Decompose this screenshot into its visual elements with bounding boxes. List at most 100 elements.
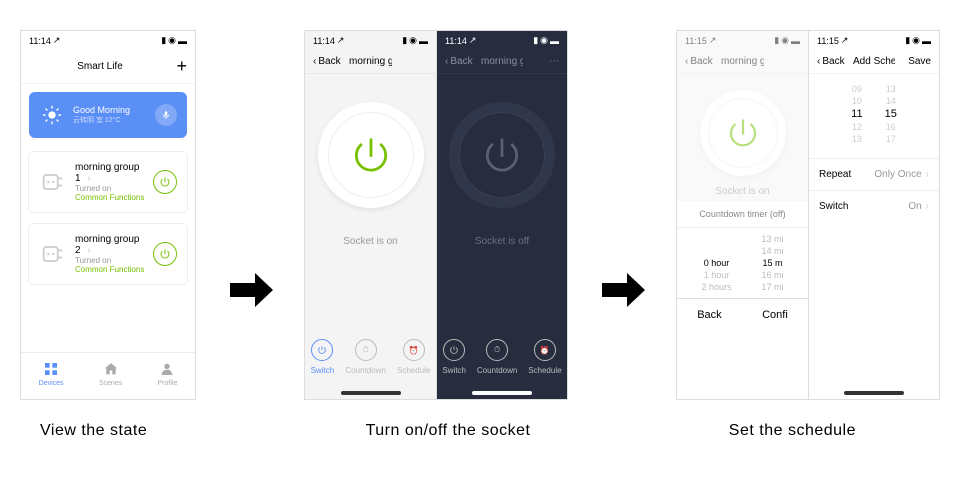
- tab-switch[interactable]: Switch: [311, 339, 335, 375]
- more-button[interactable]: ⋯: [523, 56, 559, 67]
- greeting-card[interactable]: Good Morning 云转阴 宜 12°C: [29, 92, 187, 138]
- tab-countdown[interactable]: ⏱Countdown: [477, 339, 517, 375]
- back-button[interactable]: ‹Back: [313, 56, 349, 67]
- phone-add-schedule: 11:15↗ ▮◉▬ ‹Back Add Schedule Save 09 10…: [808, 30, 940, 400]
- schedule-time-picker[interactable]: 09 10 11 12 13 13 14 15 16 17: [809, 74, 939, 158]
- back-button[interactable]: Back: [697, 309, 721, 321]
- tab-profile[interactable]: Profile: [158, 361, 178, 387]
- chevron-right-icon: ›: [87, 245, 90, 256]
- tab-label: Profile: [158, 380, 178, 387]
- navbar: ‹Back morning group 1: [305, 50, 436, 74]
- status-bar: 11:15↗ ▮◉▬: [809, 31, 939, 50]
- status-time: 11:14: [313, 36, 335, 46]
- device-card[interactable]: morning group 2 › Turned on Common Funct…: [29, 224, 187, 284]
- mic-button[interactable]: [155, 104, 177, 126]
- home-icon: [103, 361, 119, 377]
- back-button[interactable]: ‹Back: [685, 56, 721, 67]
- add-button[interactable]: +: [151, 56, 187, 77]
- status-bar: 11:14↗ ▮ ◉ ▬: [21, 31, 195, 50]
- switch-row[interactable]: Switch On ›: [809, 190, 939, 222]
- greeting-title: Good Morning: [73, 105, 130, 115]
- back-button[interactable]: ‹Back: [445, 56, 481, 67]
- tab-label: Scenes: [99, 380, 122, 387]
- navbar: ‹Back morning group 1 ⋯: [437, 50, 567, 74]
- grid-icon: [43, 361, 59, 377]
- navbar: ‹Back morning group 1: [677, 50, 808, 74]
- row-label: Switch: [819, 201, 848, 212]
- signal-icon: ▮: [161, 35, 166, 46]
- device-power-button[interactable]: [153, 242, 177, 266]
- tab-switch[interactable]: Switch: [442, 339, 466, 375]
- caption: Turn on/off the socket: [312, 422, 584, 440]
- tab-devices[interactable]: Devices: [39, 361, 64, 387]
- tab-label: Devices: [39, 380, 64, 387]
- power-icon: [349, 133, 393, 177]
- power-icon: [480, 133, 524, 177]
- tab-bar: Devices Scenes Profile: [21, 352, 195, 399]
- status-time: 11:15: [817, 36, 839, 46]
- chevron-right-icon: ›: [87, 173, 90, 184]
- wifi-icon: ◉: [168, 35, 176, 46]
- tab-countdown[interactable]: ⏱Countdown: [345, 339, 385, 375]
- phone-socket-on: 11:14↗ ▮◉▬ ‹Back morning group 1 Socket …: [304, 30, 436, 400]
- power-icon: [159, 248, 171, 260]
- home-indicator: [341, 391, 401, 395]
- device-state: Turned on: [75, 256, 145, 265]
- power-toggle[interactable]: [449, 102, 555, 208]
- power-toggle[interactable]: [700, 90, 786, 176]
- plug-icon: [39, 168, 67, 196]
- device-power-button[interactable]: [153, 170, 177, 194]
- arrow-icon: [225, 265, 275, 315]
- navbar: ‹Back Add Schedule Save: [809, 50, 939, 74]
- page-title: morning group 1: [349, 56, 392, 67]
- page-title: Add Schedule: [853, 56, 895, 67]
- person-icon: [159, 361, 175, 377]
- app-title: Smart Life: [49, 61, 151, 72]
- home-indicator: [472, 391, 532, 395]
- arrow-icon: [597, 265, 647, 315]
- plug-icon: [39, 240, 67, 268]
- page-title: morning group 1: [481, 56, 523, 67]
- device-fn[interactable]: Common Functions: [75, 193, 145, 202]
- chevron-left-icon: ‹: [313, 56, 316, 67]
- countdown-title: Countdown timer (off): [677, 201, 808, 227]
- power-toggle[interactable]: [318, 102, 424, 208]
- power-icon: [159, 176, 171, 188]
- chevron-right-icon: ›: [926, 169, 929, 180]
- save-button[interactable]: Save: [895, 56, 931, 67]
- mic-icon: [161, 110, 171, 120]
- caption: Set the schedule: [584, 422, 920, 440]
- location-icon: ↗: [53, 35, 61, 46]
- status-time: 11:14: [445, 36, 467, 46]
- chevron-right-icon: ›: [926, 201, 929, 212]
- row-value: On: [908, 201, 921, 212]
- tab-schedule[interactable]: ⏰Schedule: [528, 339, 561, 375]
- device-card[interactable]: morning group 1 › Turned on Common Funct…: [29, 152, 187, 212]
- repeat-row[interactable]: Repeat Only Once ›: [809, 158, 939, 190]
- status-time: 11:14: [29, 36, 51, 46]
- row-label: Repeat: [819, 169, 851, 180]
- status-bar: 11:14↗ ▮◉▬: [305, 31, 436, 50]
- time-picker[interactable]: - - 0 hour 1 hour 2 hours 13 mi 14 mi 15…: [677, 227, 808, 298]
- chevron-left-icon: ‹: [445, 56, 448, 67]
- tab-schedule[interactable]: ⏰Schedule: [397, 339, 430, 375]
- device-fn[interactable]: Common Functions: [75, 265, 145, 274]
- page-title: morning group 1: [721, 56, 764, 67]
- back-button[interactable]: ‹Back: [817, 56, 853, 67]
- caption: View the state: [40, 422, 312, 440]
- socket-status: Socket is on: [343, 236, 397, 247]
- battery-icon: ▬: [178, 36, 187, 46]
- power-icon: [725, 115, 761, 151]
- status-bar: 11:14↗ ▮◉▬: [437, 31, 567, 50]
- status-time: 11:15: [685, 36, 707, 46]
- sun-icon: [41, 104, 63, 126]
- phone-countdown: 11:15↗ ▮◉▬ ‹Back morning group 1 Socket …: [676, 30, 808, 400]
- greeting-sub: 云转阴 宜 12°C: [73, 115, 130, 125]
- home-indicator: [844, 391, 904, 395]
- confirm-button[interactable]: Confi: [762, 309, 788, 321]
- tab-scenes[interactable]: Scenes: [99, 361, 122, 387]
- status-bar: 11:15↗ ▮◉▬: [677, 31, 808, 50]
- row-value: Only Once: [874, 169, 921, 180]
- navbar: Smart Life +: [21, 50, 195, 84]
- socket-status: Socket is off: [475, 236, 529, 247]
